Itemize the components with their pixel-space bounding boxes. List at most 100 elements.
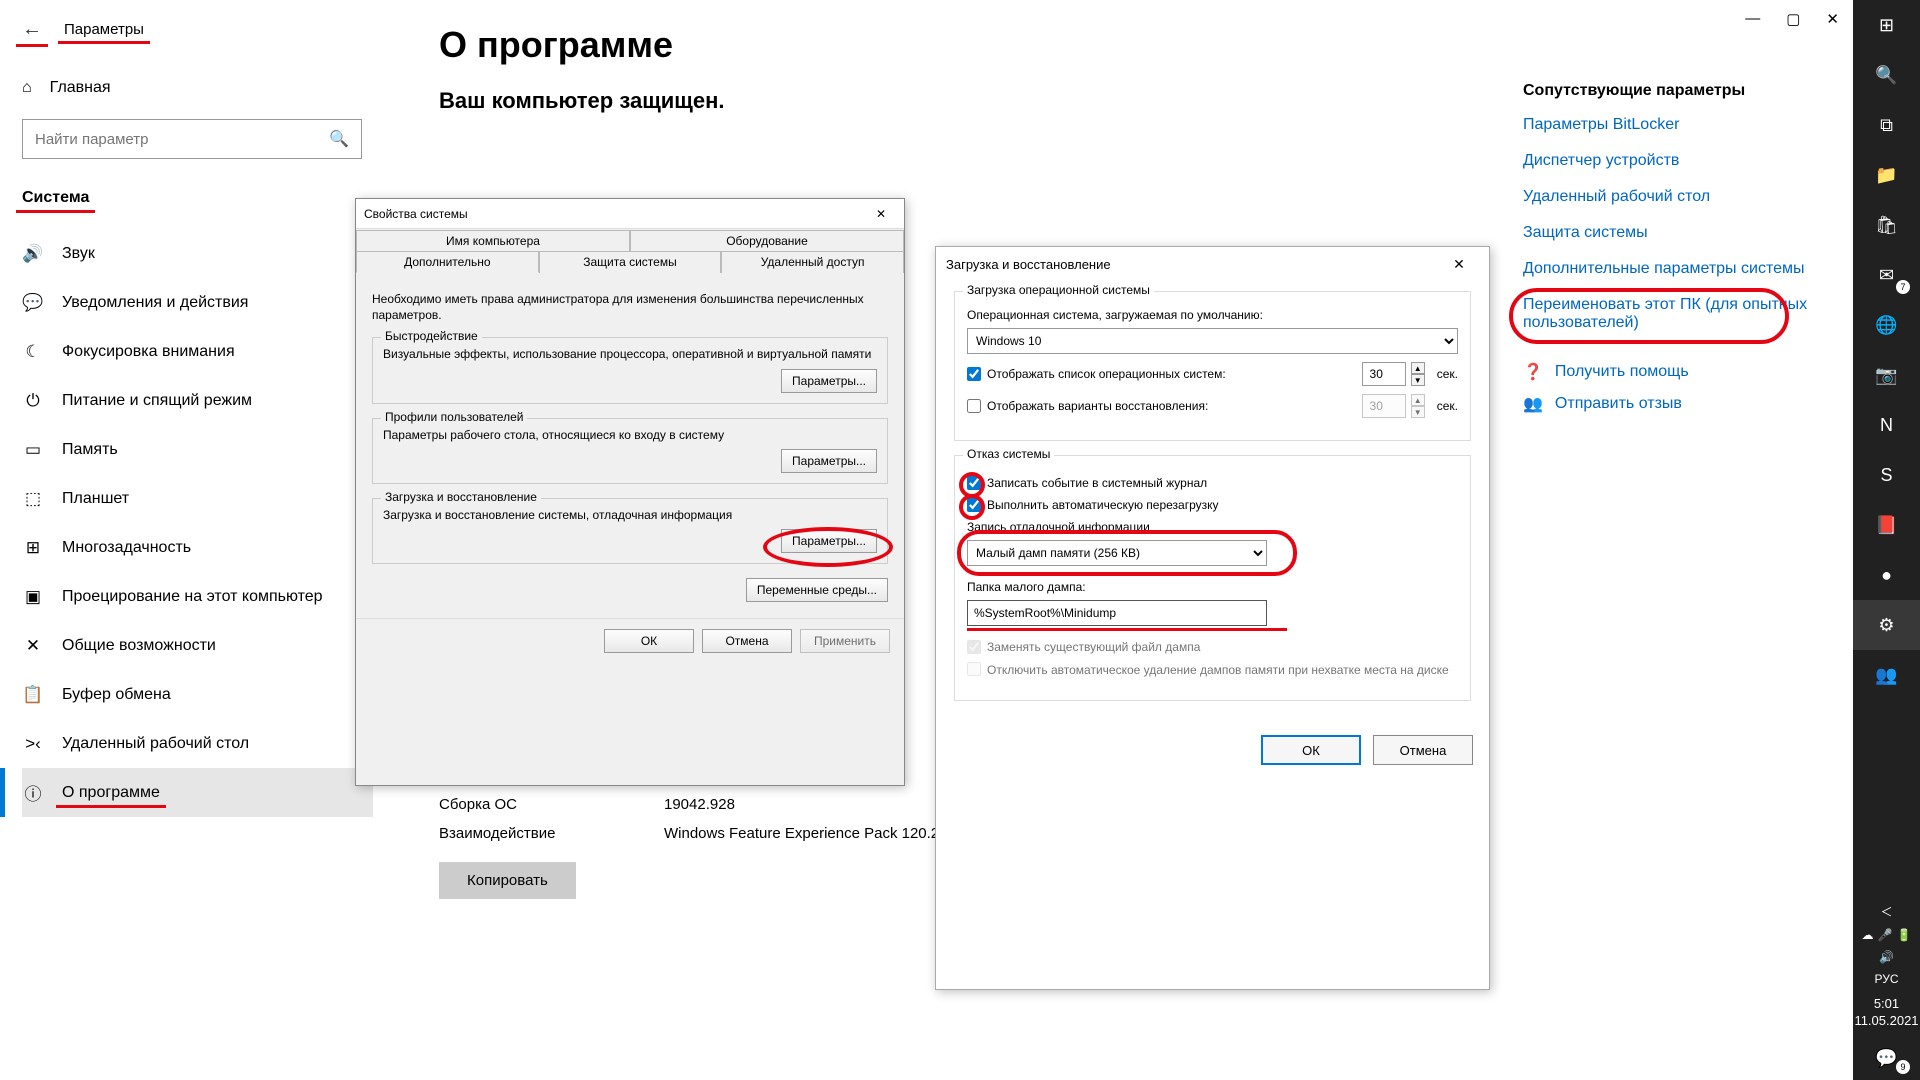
taskbar-start[interactable]: ⊞ bbox=[1853, 0, 1920, 50]
taskbar-mail[interactable]: ✉7 bbox=[1853, 250, 1920, 300]
store-icon: 🛍 bbox=[1875, 215, 1898, 236]
nav-icon: ▣ bbox=[22, 587, 44, 607]
maximize-button[interactable]: ▢ bbox=[1786, 10, 1800, 28]
sidebar-item-4[interactable]: ▭ Память bbox=[22, 425, 373, 474]
related-link-4[interactable]: Дополнительные параметры системы bbox=[1523, 260, 1813, 278]
onenote-icon: N bbox=[1880, 415, 1893, 436]
default-os-select[interactable]: Windows 10 bbox=[967, 328, 1458, 354]
settings-sidebar: ← Параметры ⌂ Главная 🔍 Система 🔊Звук💬Ув… bbox=[0, 0, 395, 1080]
tab-advanced[interactable]: Дополнительно bbox=[356, 251, 539, 273]
boot-title: Загрузка и восстановление bbox=[946, 257, 1111, 272]
tray-chevron-icon[interactable]: ＜ bbox=[1880, 903, 1892, 920]
write-event-checkbox[interactable] bbox=[967, 476, 981, 490]
feedback-icon: 👥 bbox=[1523, 394, 1543, 414]
related-link-1[interactable]: Диспетчер устройств bbox=[1523, 152, 1813, 170]
sysprops-cancel-button[interactable]: Отмена bbox=[702, 629, 792, 653]
tray-volume-icon[interactable]: 🔊 bbox=[1879, 950, 1894, 964]
sidebar-item-3[interactable]: ⏻ Питание и спящий режим bbox=[22, 376, 373, 425]
boot-params-button[interactable]: Параметры... bbox=[781, 529, 877, 553]
dump-type-select[interactable]: Малый дамп памяти (256 КB) bbox=[967, 540, 1267, 566]
tray-clock[interactable]: 5:01 11.05.2021 bbox=[1854, 990, 1918, 1036]
nav-label: Питание и спящий режим bbox=[62, 392, 252, 410]
spin-up-icon[interactable]: ▲ bbox=[1411, 362, 1425, 374]
tray-lang[interactable]: РУС bbox=[1874, 972, 1898, 986]
related-link-0[interactable]: Параметры BitLocker bbox=[1523, 116, 1813, 134]
sidebar-item-9[interactable]: 📋Буфер обмена bbox=[22, 670, 373, 719]
boot-ok-button[interactable]: ОК bbox=[1261, 735, 1361, 765]
related-heading: Сопутствующие параметры bbox=[1523, 82, 1813, 100]
sidebar-item-2[interactable]: ☾Фокусировка внимания bbox=[22, 327, 373, 376]
nav-icon: ▭ bbox=[22, 440, 44, 460]
nav-icon: ✕ bbox=[22, 636, 44, 656]
env-vars-button[interactable]: Переменные среды... bbox=[746, 578, 888, 602]
sysprops-apply-button[interactable]: Применить bbox=[800, 629, 890, 653]
tab-computer-name[interactable]: Имя компьютера bbox=[356, 230, 630, 251]
tray-mic-icon[interactable]: 🎤 bbox=[1878, 928, 1893, 942]
sidebar-item-11[interactable]: ⓘО программе bbox=[22, 768, 373, 817]
nav-icon: 📋 bbox=[22, 685, 44, 705]
minimize-button[interactable]: — bbox=[1745, 10, 1760, 28]
boot-cancel-button[interactable]: Отмена bbox=[1373, 735, 1473, 765]
taskbar-onenote[interactable]: N bbox=[1853, 400, 1920, 450]
tab-hardware[interactable]: Оборудование bbox=[630, 230, 904, 251]
overwrite-dump-checkbox bbox=[967, 640, 981, 654]
spin-down-icon[interactable]: ▼ bbox=[1411, 374, 1425, 386]
profiles-params-button[interactable]: Параметры... bbox=[781, 449, 877, 473]
boot-close-icon[interactable]: ✕ bbox=[1439, 251, 1479, 277]
show-os-list-checkbox[interactable] bbox=[967, 367, 981, 381]
taskbar-app2[interactable]: 👥 bbox=[1853, 650, 1920, 700]
sidebar-item-1[interactable]: 💬Уведомления и действия bbox=[22, 278, 373, 327]
taskbar-edge[interactable]: 🌐 bbox=[1853, 300, 1920, 350]
os-list-seconds-input[interactable] bbox=[1362, 362, 1406, 386]
home-icon: ⌂ bbox=[22, 79, 32, 97]
home-nav[interactable]: ⌂ Главная bbox=[22, 71, 373, 105]
taskbar-search[interactable]: 🔍 bbox=[1853, 50, 1920, 100]
related-panel: Сопутствующие параметры Параметры BitLoc… bbox=[1523, 82, 1813, 414]
sysprops-ok-button[interactable]: ОК bbox=[604, 629, 694, 653]
sidebar-item-10[interactable]: >‹Удаленный рабочий стол bbox=[22, 719, 373, 768]
related-link-2[interactable]: Удаленный рабочий стол bbox=[1523, 188, 1813, 206]
tray-notifications[interactable]: 💬 9 bbox=[1853, 1036, 1920, 1080]
sidebar-item-6[interactable]: ⊞Многозадачность bbox=[22, 523, 373, 572]
show-recovery-checkbox[interactable] bbox=[967, 399, 981, 413]
sidebar-item-8[interactable]: ✕Общие возможности bbox=[22, 621, 373, 670]
taskbar: ⊞🔍 ⧉ 📁 🛍 ✉7🌐📷 N S 📕●⚙👥 ＜ ☁ 🎤 🔋 🔊 РУС 5:01 11.05… bbox=[1853, 0, 1920, 1080]
tray-battery-icon[interactable]: 🔋 bbox=[1897, 928, 1912, 942]
tab-protection[interactable]: Защита системы bbox=[539, 251, 722, 273]
taskbar-skype[interactable]: S bbox=[1853, 450, 1920, 500]
close-button[interactable]: ✕ bbox=[1826, 10, 1839, 28]
copy-button[interactable]: Копировать bbox=[439, 862, 576, 899]
taskbar-taskview[interactable]: ⧉ bbox=[1853, 100, 1920, 150]
related-link-5[interactable]: Переименовать этот ПК (для опытных польз… bbox=[1523, 296, 1813, 332]
sidebar-item-0[interactable]: 🔊Звук bbox=[22, 229, 373, 278]
taskbar-settings[interactable]: ⚙ bbox=[1853, 600, 1920, 650]
sidebar-item-7[interactable]: ▣ Проецирование на этот компьютер bbox=[22, 572, 373, 621]
nav-label: Звук bbox=[62, 245, 95, 263]
taskbar-store[interactable]: 🛍 bbox=[1853, 200, 1920, 250]
nav-icon: >‹ bbox=[22, 734, 44, 754]
feedback-link[interactable]: 👥 Отправить отзыв bbox=[1523, 394, 1813, 414]
system-failure-group: Отказ системы Записать событие в системн… bbox=[954, 455, 1471, 701]
taskbar-acrobat[interactable]: 📕 bbox=[1853, 500, 1920, 550]
nav-icon: ⓘ bbox=[22, 780, 44, 805]
performance-params-button[interactable]: Параметры... bbox=[781, 369, 877, 393]
dump-path-input[interactable] bbox=[967, 600, 1267, 626]
tab-remote[interactable]: Удаленный доступ bbox=[721, 251, 904, 273]
get-help-link[interactable]: ❓ Получить помощь bbox=[1523, 362, 1813, 382]
nav-label: Проецирование на этот компьютер bbox=[62, 588, 323, 606]
related-link-3[interactable]: Защита системы bbox=[1523, 224, 1813, 242]
search-input[interactable] bbox=[22, 119, 362, 159]
sysprops-close-icon[interactable]: ✕ bbox=[866, 204, 896, 224]
auto-restart-checkbox[interactable] bbox=[967, 498, 981, 512]
taskbar-explorer[interactable]: 📁 bbox=[1853, 150, 1920, 200]
nav-label: Память bbox=[62, 441, 118, 459]
sidebar-item-5[interactable]: ⬚Планшет bbox=[22, 474, 373, 523]
taskview-icon: ⧉ bbox=[1880, 115, 1893, 136]
back-button[interactable]: ← bbox=[22, 18, 42, 41]
taskbar-app1[interactable]: ● bbox=[1853, 550, 1920, 600]
taskbar-photos[interactable]: 📷 bbox=[1853, 350, 1920, 400]
tray-onedrive-icon[interactable]: ☁ bbox=[1862, 928, 1874, 942]
sysprops-title: Свойства системы bbox=[364, 207, 468, 221]
skype-icon: S bbox=[1880, 465, 1892, 486]
nav-icon: ⏻ bbox=[22, 391, 44, 411]
